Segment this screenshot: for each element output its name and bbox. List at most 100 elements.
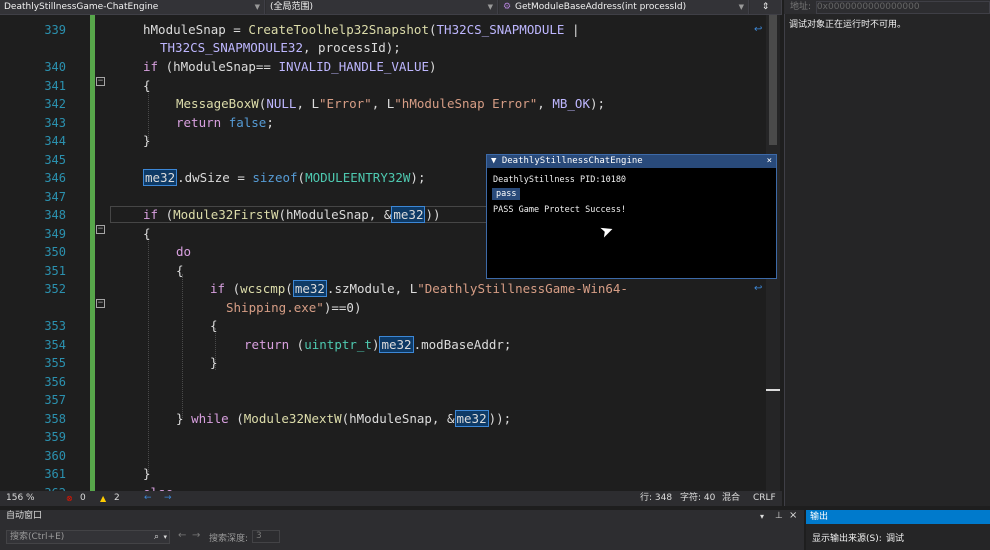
editor-status-bar: 156 % ⊗ 0 ▲ 2 ← → 行: 348 字符: 40 混合 CRLF [0, 491, 782, 506]
chat-engine-overlay-window[interactable]: ▼ DeathlyStillnessChatEngine × DeathlySt… [486, 154, 777, 279]
code-line-339-cont[interactable]: TH32CS_SNAPMODULE32, processId); [160, 39, 401, 57]
line-number[interactable]: 344 [0, 132, 66, 150]
code-line-349[interactable]: { [143, 225, 151, 243]
line-number[interactable]: 360 [0, 447, 66, 465]
code-line-340[interactable]: if (hModuleSnap== INVALID_HANDLE_VALUE) [143, 58, 437, 76]
function-dropdown-label: GetModuleBaseAddress(int processId) [515, 2, 687, 12]
address-input[interactable]: 0x0000000000000000 [815, 1, 990, 14]
search-depth-select[interactable]: 3 [252, 530, 280, 543]
code-line-339[interactable]: hModuleSnap = CreateToolhelp32Snapshot(T… [143, 21, 580, 39]
line-number[interactable]: 349 [0, 225, 66, 243]
chevron-down-icon: ▼ [254, 3, 260, 11]
line-number[interactable]: 346 [0, 169, 66, 187]
navigate-forward-icon[interactable]: → [164, 491, 172, 506]
unavailable-message: 调试对象正在运行时不可用。 [789, 20, 907, 30]
forward-arrow-icon[interactable]: → [192, 530, 200, 541]
line-number[interactable]: 361 [0, 465, 66, 483]
chevron-down-icon: ▼ [487, 3, 493, 11]
code-line-352[interactable]: if (wcscmp(me32 .szModule, L"DeathlyStill… [210, 280, 628, 298]
code-line-348[interactable]: if (Module32FirstW(hModuleSnap, & me32)) [143, 206, 441, 224]
error-count[interactable]: 0 [80, 491, 86, 506]
line-number[interactable]: 359 [0, 428, 66, 446]
output-source-label: 显示输出来源(S): [812, 534, 882, 544]
line-number[interactable]: 345 [0, 151, 66, 169]
warning-count[interactable]: 2 [114, 491, 120, 506]
code-line-355[interactable]: } [210, 354, 218, 372]
chevron-down-icon: ▼ [738, 3, 744, 11]
close-icon[interactable]: × [767, 155, 772, 168]
collapse-triangle-icon[interactable]: ▼ [491, 156, 496, 166]
split-window-button[interactable]: ⇕ [750, 0, 782, 14]
output-window: 输出 显示输出来源(S): 调试 [806, 510, 990, 550]
code-line-343[interactable]: return false; [176, 114, 274, 132]
collapse-icon[interactable]: − [96, 225, 105, 234]
line-number[interactable]: 341 [0, 77, 66, 95]
line-number[interactable]: 340 [0, 58, 66, 76]
line-number[interactable]: 353 [0, 317, 66, 335]
line-number[interactable]: 339 [0, 21, 66, 39]
line-number[interactable]: 356 [0, 373, 66, 391]
line-number[interactable]: 347 [0, 188, 66, 206]
split-icon: ⇕ [761, 2, 770, 12]
code-line-361[interactable]: } [143, 465, 151, 483]
code-line-344[interactable]: } [143, 132, 151, 150]
code-line-351[interactable]: { [176, 262, 184, 280]
overlay-title-bar[interactable]: ▼ DeathlyStillnessChatEngine × [487, 155, 776, 168]
code-line-346[interactable]: me32 .dwSize = sizeof(MODULEENTRY32W); [143, 169, 425, 187]
output-title: 输出 [806, 510, 990, 524]
eol-indicator: CRLF [753, 493, 776, 503]
code-line-362[interactable]: else [143, 484, 173, 491]
back-arrow-icon[interactable]: ← [178, 530, 186, 541]
function-dropdown[interactable]: ⚙ GetModuleBaseAddress(int processId) ▼ [499, 0, 749, 14]
code-line-342[interactable]: MessageBoxW(NULL, L"Error", L"hModuleSna… [176, 95, 605, 113]
error-icon: ⊗ [66, 494, 73, 503]
code-line-341[interactable]: { [143, 77, 151, 95]
code-line-354[interactable]: return (uintptr_t) me32 .modBaseAddr; [244, 336, 511, 354]
search-icon[interactable]: ⌕ [154, 531, 159, 543]
line-number[interactable]: 355 [0, 354, 66, 372]
line-number[interactable]: 358 [0, 410, 66, 428]
project-dropdown[interactable]: DeathlyStillnessGame-ChatEngine ▼ [0, 0, 265, 14]
scrollbar-thumb[interactable] [769, 15, 777, 145]
output-source-select[interactable]: 调试 [886, 531, 904, 544]
code-line-353[interactable]: { [210, 317, 218, 335]
address-label: 地址: [790, 2, 812, 12]
code-line-352-cont[interactable]: Shipping.exe")==0) [226, 299, 361, 317]
autos-title: 自动窗口 [6, 511, 43, 521]
autos-window: 自动窗口 ▾ ⊥ × 搜索(Ctrl+E) ⌕ ▾ ← → 搜索深度: 3 [0, 510, 804, 550]
dropdown-icon[interactable]: ▾ [760, 512, 764, 521]
function-icon: ⚙ [503, 2, 512, 12]
line-number[interactable]: 357 [0, 391, 66, 409]
char-indicator: 字符: 40 [680, 493, 716, 503]
indent-guide [182, 274, 183, 418]
pass-button[interactable]: pass [492, 188, 521, 200]
line-number[interactable]: 342 [0, 95, 66, 113]
scope-dropdown[interactable]: (全局范围) ▼ [266, 0, 498, 14]
line-number[interactable]: 343 [0, 114, 66, 132]
line-number[interactable]: 348 [0, 206, 66, 224]
line-number[interactable]: 350 [0, 243, 66, 261]
success-text: PASS Game Protect Success! [493, 205, 627, 215]
editor-navigation-bar: DeathlyStillnessGame-ChatEngine ▼ (全局范围)… [0, 0, 782, 15]
autos-search-input[interactable]: 搜索(Ctrl+E) ⌕ ▾ [6, 530, 170, 544]
line-number[interactable]: 351 [0, 262, 66, 280]
warning-icon: ▲ [100, 494, 107, 503]
code-line-358[interactable]: } while (Module32NextW(hModuleSnap, & me3… [176, 410, 511, 428]
mouse-cursor-icon: ➤ [597, 219, 617, 242]
navigate-back-icon[interactable]: ← [144, 491, 152, 506]
word-wrap-icon: ↩ [754, 283, 763, 294]
line-indicator: 行: 348 [640, 493, 673, 503]
search-depth-label: 搜索深度: [209, 534, 249, 544]
zoom-level[interactable]: 156 % [6, 491, 35, 506]
editor-gutter: 339 340 341 342 343 344 345 346 347 348 349 350 351 3… [0, 15, 105, 506]
code-line-350[interactable]: do [176, 243, 191, 261]
line-number[interactable]: 354 [0, 336, 66, 354]
chevron-down-icon[interactable]: ▾ [163, 531, 167, 543]
pin-icon[interactable]: ⊥ [775, 511, 783, 521]
collapse-icon[interactable]: − [96, 77, 105, 86]
collapse-icon[interactable]: − [96, 299, 105, 308]
indent-guide [148, 238, 149, 474]
disassembly-panel: 调试对象正在运行时不可用。 [784, 14, 990, 506]
line-number[interactable]: 352 [0, 280, 66, 298]
close-icon[interactable]: × [789, 510, 797, 521]
